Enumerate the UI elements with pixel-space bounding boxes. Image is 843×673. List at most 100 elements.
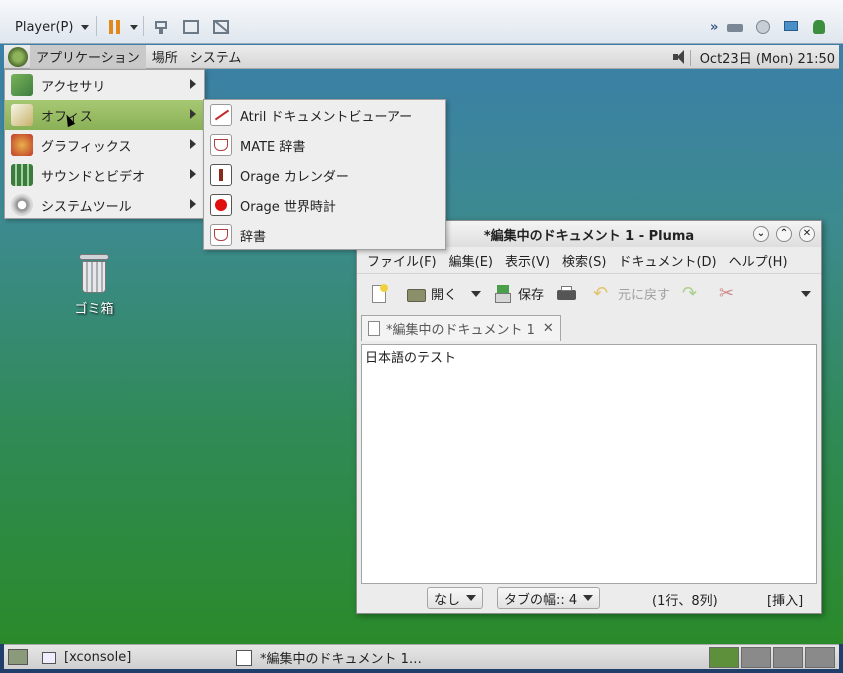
menu-edit[interactable]: 編集(E) <box>443 251 499 270</box>
hard-disk-icon[interactable] <box>726 19 744 35</box>
save-button[interactable]: 保存 <box>493 284 544 304</box>
menu-document[interactable]: ドキュメント(D) <box>612 251 722 270</box>
menu-item-label: Atril ドキュメントビューアー <box>240 109 413 125</box>
window-title: *編集中のドキュメント 1 - Pluma <box>483 228 695 244</box>
save-label: 保存 <box>518 288 545 303</box>
mate-logo-icon <box>8 46 28 67</box>
atril-icon <box>210 104 232 126</box>
sound-card-icon[interactable] <box>810 19 828 35</box>
printer-icon <box>556 284 577 304</box>
chevron-down-icon[interactable] <box>471 290 482 297</box>
minimize-button[interactable]: ⌄ <box>753 226 769 242</box>
undo-label: 元に戻す <box>618 288 671 303</box>
text-editor[interactable]: 日本語のテスト <box>361 344 817 584</box>
applications-menu[interactable]: アプリケーション <box>30 44 146 69</box>
toolbar-overflow-icon[interactable] <box>801 291 811 297</box>
cd-drive-icon[interactable] <box>754 19 772 35</box>
bottom-panel: [xconsole] *編集中のドキュメント 1… <box>4 644 839 669</box>
tab-width-combo[interactable]: タブの幅:: 4 <box>497 587 601 609</box>
menu-help[interactable]: ヘルプ(H) <box>723 251 794 270</box>
menu-item-office[interactable]: オフィス <box>5 100 204 130</box>
workspace-1[interactable] <box>709 647 739 668</box>
insert-mode: [挿入] <box>767 594 804 609</box>
globaltime-icon <box>210 194 232 216</box>
chevron-right-icon <box>190 199 196 209</box>
close-tab-icon[interactable]: ✕ <box>543 321 554 336</box>
task-label: [xconsole] <box>64 650 132 665</box>
show-desktop-icon[interactable] <box>8 649 28 665</box>
system-tools-icon <box>11 194 33 216</box>
toolbar-divider <box>143 16 144 36</box>
accessories-icon <box>11 74 33 96</box>
menu-item-orage-globaltime[interactable]: Orage 世界時計 <box>204 190 445 220</box>
close-button[interactable]: ✕ <box>799 226 815 242</box>
taskbar-item-xconsole[interactable]: [xconsole] <box>38 647 135 668</box>
document-icon <box>368 321 380 336</box>
cut-button[interactable]: ✂ <box>719 282 744 304</box>
save-icon <box>493 284 513 304</box>
open-button[interactable]: 開く <box>406 284 482 304</box>
workspace-4[interactable] <box>805 647 835 668</box>
menu-item-mate-dictionary[interactable]: MATE 辞書 <box>204 130 445 160</box>
calendar-icon <box>210 164 232 186</box>
fullscreen-button[interactable] <box>182 14 200 40</box>
status-bar: なし タブの幅:: 4 (1行、8列) [挿入] <box>357 583 821 613</box>
unity-button[interactable] <box>212 14 230 40</box>
chevron-right-icon <box>190 169 196 179</box>
syntax-highlight-combo[interactable]: なし <box>427 587 484 609</box>
menu-item-label: 辞書 <box>240 229 267 245</box>
cursor-position: (1行、8列) <box>652 594 718 609</box>
office-submenu: Atril ドキュメントビューアー MATE 辞書 Orage カレンダー Or… <box>203 99 446 250</box>
menu-bar: ファイル(F) 編集(E) 表示(V) 検索(S) ドキュメント(D) ヘルプ(… <box>357 247 821 273</box>
editor-content: 日本語のテスト <box>365 351 457 366</box>
new-document-button[interactable] <box>369 283 394 304</box>
pause-icon <box>106 19 124 35</box>
workspace-3[interactable] <box>773 647 803 668</box>
player-menu-label: Player(P) <box>15 19 74 35</box>
places-menu[interactable]: 場所 <box>146 45 184 69</box>
send-ctrl-alt-del-icon <box>152 19 170 35</box>
undo-icon: ↶ <box>593 282 609 304</box>
system-menu[interactable]: システム <box>184 45 248 69</box>
unity-icon <box>212 19 230 35</box>
document-tab[interactable]: *編集中のドキュメント 1 ✕ <box>361 315 561 341</box>
fullscreen-icon <box>182 19 200 35</box>
redo-button[interactable]: ↷ <box>682 282 707 304</box>
menu-view[interactable]: 表示(V) <box>499 251 556 270</box>
redo-icon: ↷ <box>682 282 698 304</box>
menu-item-dictionary[interactable]: 辞書 <box>204 220 445 250</box>
menu-item-atril[interactable]: Atril ドキュメントビューアー <box>204 100 445 130</box>
folder-open-icon <box>406 284 426 304</box>
menu-file[interactable]: ファイル(F) <box>361 251 443 270</box>
volume-icon[interactable] <box>671 49 689 65</box>
print-button[interactable] <box>556 284 581 304</box>
menu-search[interactable]: 検索(S) <box>556 251 612 270</box>
workspace-2[interactable] <box>741 647 771 668</box>
maximize-button[interactable]: ⌃ <box>776 226 792 242</box>
graphics-icon <box>11 134 33 156</box>
menu-item-system-tools[interactable]: システムツール <box>5 190 204 220</box>
clock[interactable]: Oct23日 (Mon) 21:50 <box>700 48 835 67</box>
more-devices-icon[interactable]: » <box>710 20 718 35</box>
send-ctrl-alt-del-button[interactable] <box>152 14 170 40</box>
toolbar: 開く 保存 ↶ 元に戻す ↷ ✂ <box>357 273 821 313</box>
menu-item-graphics[interactable]: グラフィックス <box>5 130 204 160</box>
menu-item-orage-calendar[interactable]: Orage カレンダー <box>204 160 445 190</box>
menu-item-label: システムツール <box>41 199 132 215</box>
player-menu-button[interactable]: Player(P) <box>8 14 96 40</box>
chevron-right-icon <box>190 109 196 119</box>
pause-button[interactable] <box>106 14 138 40</box>
scissors-icon: ✂ <box>719 282 735 304</box>
chevron-down-icon <box>583 595 594 601</box>
text-editor-icon <box>236 649 252 666</box>
menu-item-label: グラフィックス <box>41 139 132 155</box>
menu-item-sound-video[interactable]: サウンドとビデオ <box>5 160 204 190</box>
pluma-window: *編集中のドキュメント 1 - Pluma ⌄ ⌃ ✕ ファイル(F) 編集(E… <box>356 220 822 614</box>
toolbar-divider <box>96 16 97 36</box>
menu-item-accessories[interactable]: アクセサリ <box>5 70 204 100</box>
trash-desktop-item[interactable]: ゴミ箱 <box>64 254 124 317</box>
network-adapter-icon[interactable] <box>782 19 800 35</box>
taskbar-item-pluma[interactable]: *編集中のドキュメント 1… <box>232 647 426 668</box>
devices-area: » <box>710 14 828 40</box>
undo-button[interactable]: ↶ 元に戻す <box>593 282 671 304</box>
